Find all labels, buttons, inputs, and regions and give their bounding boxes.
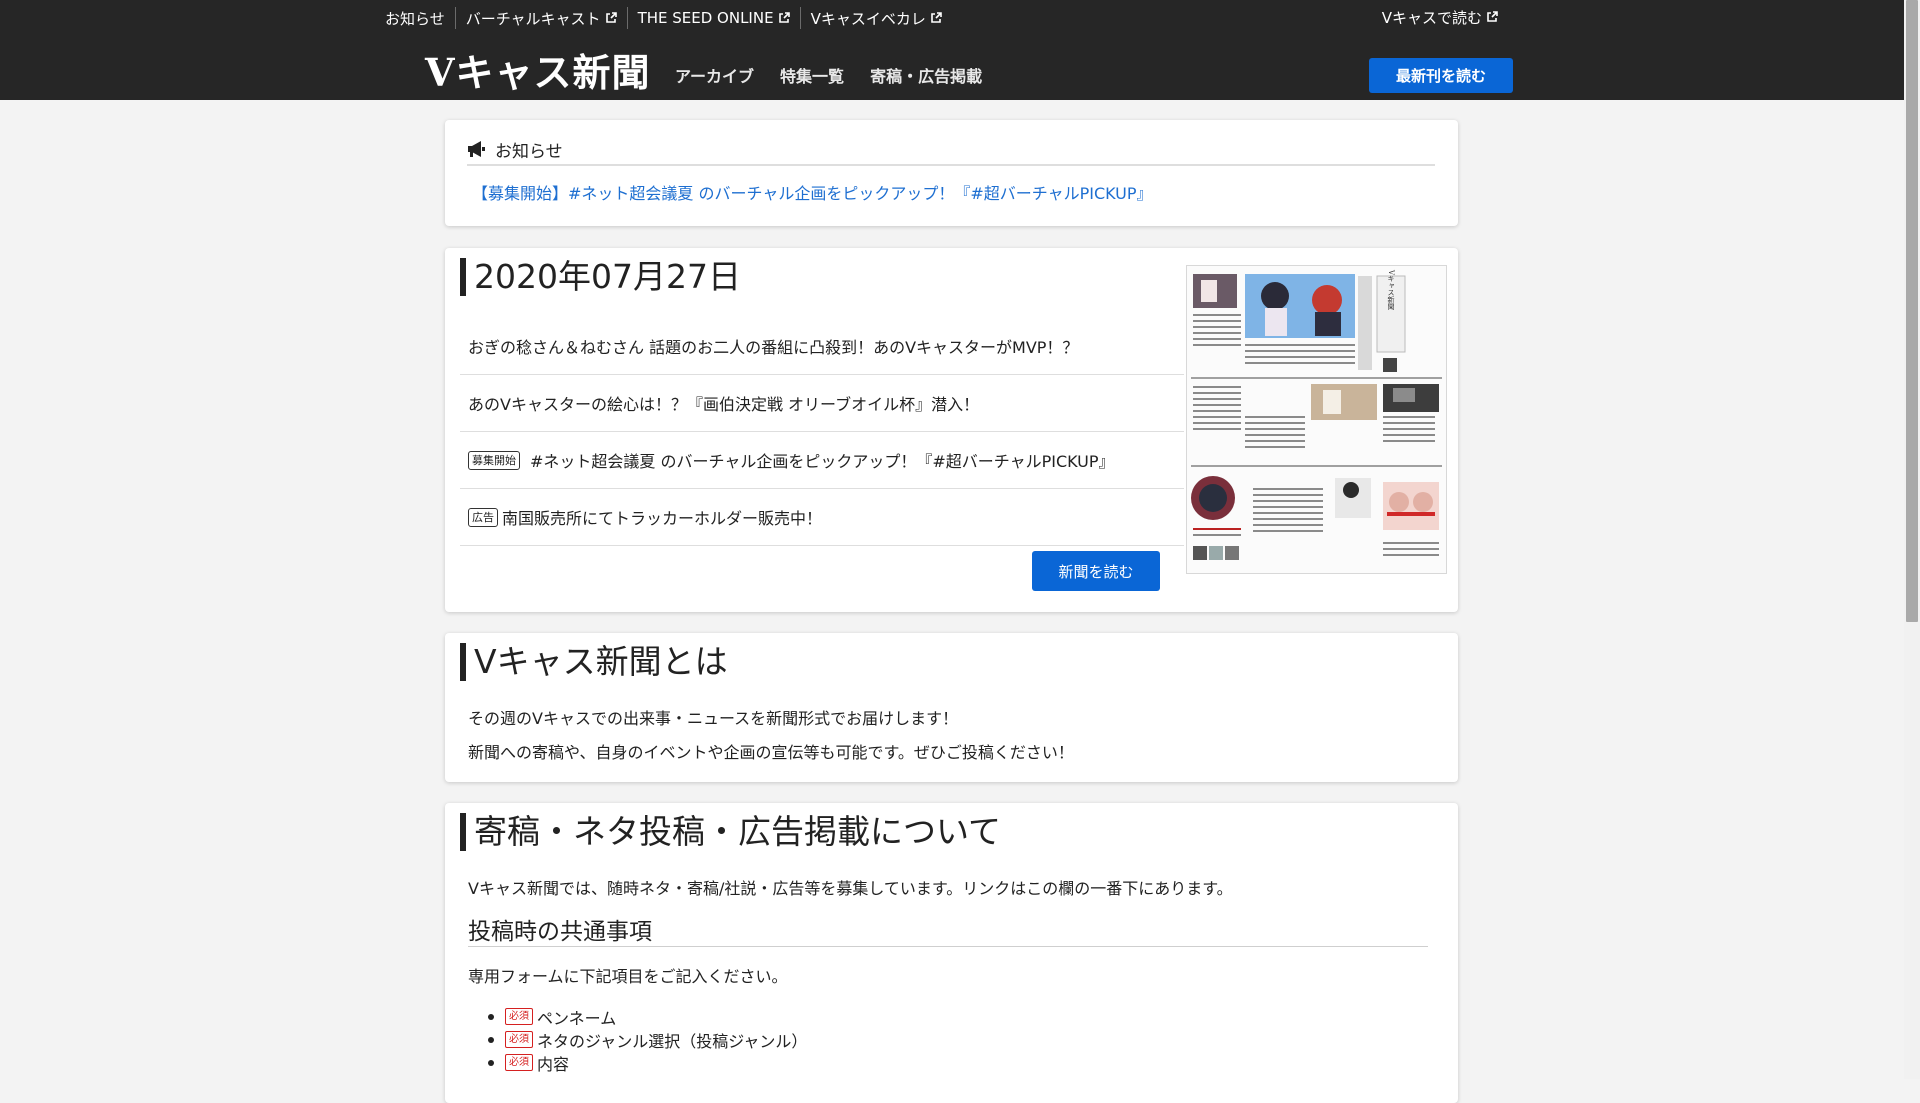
newspaper-thumbnail-image: Vキャス新聞 <box>1187 266 1446 573</box>
common-rules-heading: 投稿時の共通事項 <box>468 912 1428 947</box>
external-link-icon <box>778 12 790 23</box>
utility-link-label: お知らせ <box>385 9 445 28</box>
read-latest-button[interactable]: 最新刊を読む <box>1369 58 1513 93</box>
list-item: 必須 内容 <box>487 1051 807 1074</box>
notice-heading: お知らせ <box>495 141 563 162</box>
newspaper-thumbnail[interactable]: Vキャス新聞 <box>1186 265 1447 574</box>
about-title: Vキャス新聞とは <box>460 643 728 681</box>
article-item[interactable]: あのVキャスターの絵心は！？『画伯決定戦 オリーブオイル杯』潜入！ <box>460 375 1184 432</box>
required-tag: 必須 <box>505 1008 533 1025</box>
utility-link-label: Vキャスイベカレ <box>810 9 926 28</box>
scrollbar-thumb[interactable] <box>1906 0 1918 622</box>
nav-features[interactable]: 特集一覧 <box>780 63 844 87</box>
read-on-vcast-label: Vキャスで読む <box>1381 8 1482 27</box>
contribute-title: 寄稿・ネタ投稿・広告掲載について <box>460 813 1001 851</box>
contribute-card: 寄稿・ネタ投稿・広告掲載について Vキャス新聞では、随時ネタ・寄稿/社説・広告等… <box>445 803 1458 1103</box>
read-on-vcast-link[interactable]: Vキャスで読む <box>1382 6 1498 28</box>
required-tag: 必須 <box>505 1031 533 1048</box>
site-logo[interactable]: Vキャス新聞 <box>425 42 650 97</box>
field-label: 内容 <box>537 1054 570 1074</box>
article-tag: 募集開始 <box>468 450 520 470</box>
article-item[interactable]: 募集開始 #ネット超会議夏 のバーチャル企画をピックアップ！『#超バーチャルPI… <box>460 432 1184 489</box>
page-scrollbar[interactable] <box>1904 0 1920 1079</box>
megaphone-icon <box>468 141 485 157</box>
about-line-1: その週のVキャスでの出来事・ニュースを新聞形式でお届けします！ <box>468 709 959 728</box>
site-header: お知らせ バーチャルキャスト THE SEED ONLINE Vキャスイベカレ <box>0 0 1904 100</box>
list-item: 必須 ペンネーム <box>487 1005 807 1028</box>
external-link-icon <box>1487 11 1498 22</box>
article-title: あのVキャスターの絵心は！？『画伯決定戦 オリーブオイル杯』潜入！ <box>468 395 980 414</box>
issue-date-title: 2020年07月27日 <box>460 258 741 296</box>
utility-link-virtualcast[interactable]: バーチャルキャスト <box>454 7 627 29</box>
latest-issue-card: 2020年07月27日 おぎの稔さん＆ねむさん 話題のお二人の番組に凸殺到！あの… <box>445 248 1458 612</box>
nav-contribute[interactable]: 寄稿・広告掲載 <box>870 63 982 87</box>
read-newspaper-button[interactable]: 新聞を読む <box>1032 551 1160 591</box>
article-title: 南国販売所にてトラッカーホルダー販売中！ <box>502 509 823 528</box>
main-nav: アーカイブ 特集一覧 寄稿・広告掲載 <box>675 63 982 87</box>
required-tag: 必須 <box>505 1054 533 1071</box>
external-link-icon <box>605 12 617 23</box>
about-line-2: 新聞への寄稿や、自身のイベントや企画の宣伝等も可能です。ぜひご投稿ください！ <box>468 743 1074 762</box>
external-link-icon <box>931 12 942 23</box>
contribute-intro: Vキャス新聞では、随時ネタ・寄稿/社説・広告等を募集しています。リンクはこの欄の… <box>468 879 1233 898</box>
form-note: 専用フォームに下記項目をご記入ください。 <box>468 967 788 986</box>
article-title: おぎの稔さん＆ねむさん 話題のお二人の番組に凸殺到！あのVキャスターがMVP！？ <box>468 338 1079 357</box>
utility-link-label: バーチャルキャスト <box>465 9 601 28</box>
list-item: 必須 ネタのジャンル選択（投稿ジャンル） <box>487 1028 808 1051</box>
article-item[interactable]: 広告 南国販売所にてトラッカーホルダー販売中！ <box>460 489 1184 546</box>
utility-link-news[interactable]: お知らせ <box>385 7 455 29</box>
article-tag: 広告 <box>468 507 498 527</box>
about-card: Vキャス新聞とは その週のVキャスでの出来事・ニュースを新聞形式でお届けします！… <box>445 633 1458 782</box>
nav-archive[interactable]: アーカイブ <box>675 63 754 87</box>
thumbnail-masthead: Vキャス新聞 <box>1387 269 1395 311</box>
article-title: #ネット超会議夏 のバーチャル企画をピックアップ！『#超バーチャルPICKUP』 <box>530 452 1115 471</box>
required-fields-list: 必須 ペンネーム 必須 ネタのジャンル選択（投稿ジャンル） 必須 内容 <box>487 1005 808 1074</box>
notice-card: お知らせ 【募集開始】#ネット超会議夏 のバーチャル企画をピックアップ！『#超バ… <box>445 120 1458 226</box>
field-label: ペンネーム <box>537 1008 617 1028</box>
utility-link-event-calendar[interactable]: Vキャスイベカレ <box>799 7 952 29</box>
utility-link-seed-online[interactable]: THE SEED ONLINE <box>626 7 800 29</box>
notice-link[interactable]: 【募集開始】#ネット超会議夏 のバーチャル企画をピックアップ！『#超バーチャルP… <box>472 180 1153 204</box>
field-label: ネタのジャンル選択（投稿ジャンル） <box>537 1031 808 1051</box>
article-list: おぎの稔さん＆ねむさん 話題のお二人の番組に凸殺到！あのVキャスターがMVP！？… <box>460 318 1184 546</box>
article-item[interactable]: おぎの稔さん＆ねむさん 話題のお二人の番組に凸殺到！あのVキャスターがMVP！？ <box>460 318 1184 375</box>
utility-nav: お知らせ バーチャルキャスト THE SEED ONLINE Vキャスイベカレ <box>385 6 952 30</box>
notice-header: お知らせ <box>467 134 1435 166</box>
utility-link-label: THE SEED ONLINE <box>637 9 774 27</box>
